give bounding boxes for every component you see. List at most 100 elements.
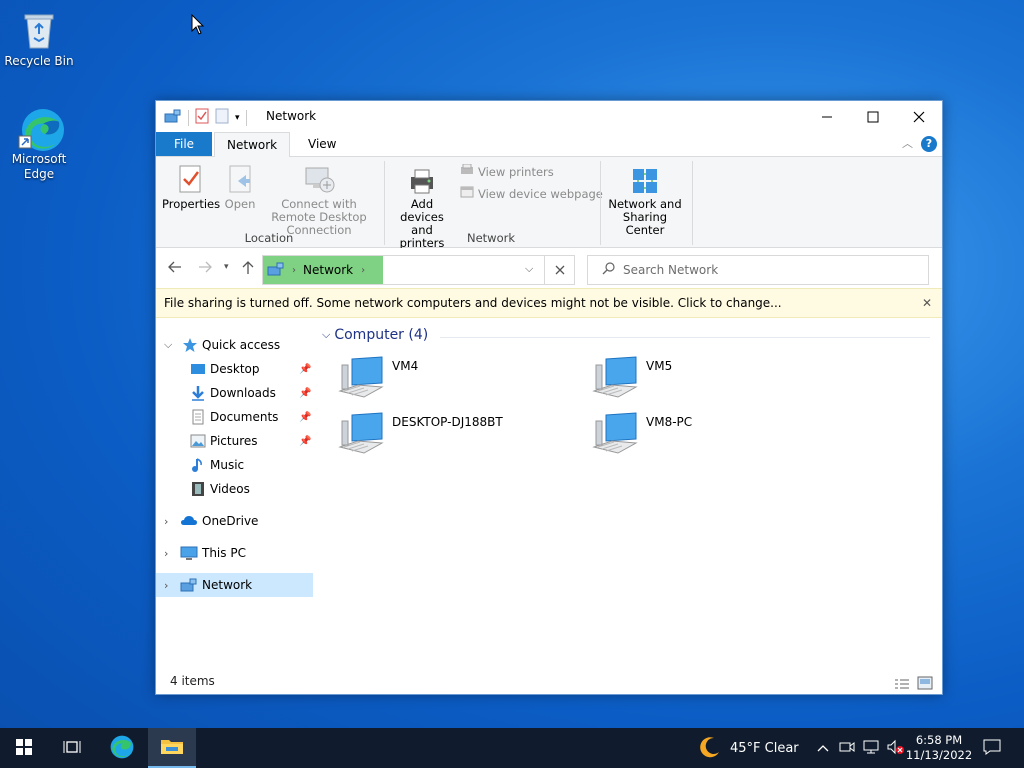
breadcrumb[interactable]: › Network › xyxy=(263,256,383,284)
location-group-label: Location xyxy=(244,231,294,245)
task-view-button[interactable] xyxy=(48,728,96,768)
help-icon[interactable]: ? xyxy=(921,136,937,152)
recent-locations-chevron-icon[interactable]: ▾ xyxy=(224,262,229,272)
computer-icon xyxy=(180,545,198,561)
desktop-icon-edge[interactable]: Microsoft Edge xyxy=(1,106,77,182)
network-status-button[interactable] xyxy=(860,728,882,768)
nav-downloads[interactable]: Downloads 📌 xyxy=(156,381,313,405)
view-printers-button[interactable]: View printers xyxy=(460,163,554,179)
show-hidden-icons-button[interactable] xyxy=(812,728,834,768)
nav-quick-access[interactable]: ⌵ Quick access xyxy=(156,333,313,357)
edge-icon xyxy=(109,734,135,763)
nav-onedrive[interactable]: › OneDrive xyxy=(156,509,313,533)
tab-view[interactable]: View xyxy=(296,132,348,156)
status-bar: 4 items xyxy=(156,668,942,694)
infobar-close-icon[interactable]: ✕ xyxy=(922,289,932,317)
window-title: Network xyxy=(266,109,317,123)
task-view-icon xyxy=(63,739,81,758)
nav-music[interactable]: Music xyxy=(156,453,313,477)
large-icons-view-icon[interactable] xyxy=(917,673,933,699)
notifications-button[interactable] xyxy=(976,728,1008,768)
item-count: 4 items xyxy=(170,674,215,688)
details-view-icon[interactable] xyxy=(894,674,910,700)
nav-label: Documents xyxy=(210,410,279,424)
network-sharing-icon xyxy=(631,167,659,195)
nav-this-pc[interactable]: › This PC xyxy=(156,541,313,565)
forward-arrow-icon[interactable] xyxy=(198,261,212,277)
search-input[interactable]: Search Network xyxy=(587,255,929,285)
nav-documents[interactable]: Documents 📌 xyxy=(156,405,313,429)
tab-network[interactable]: Network xyxy=(214,132,291,158)
maximize-button[interactable] xyxy=(850,101,896,132)
computer-name: VM5 xyxy=(646,359,673,373)
breadcrumb-chevron-icon: › xyxy=(292,264,296,276)
nav-desktop[interactable]: Desktop 📌 xyxy=(156,357,313,381)
minimize-button[interactable] xyxy=(804,101,850,132)
group-header[interactable]: ⌵ Computer (4) xyxy=(322,327,942,343)
taskbar-edge-button[interactable] xyxy=(98,728,146,768)
computer-item[interactable]: VM5 xyxy=(592,355,832,403)
group-divider xyxy=(440,337,930,338)
nav-videos[interactable]: Videos xyxy=(156,477,313,501)
nav-label: OneDrive xyxy=(202,514,259,528)
view-device-webpage-button[interactable]: View device webpage xyxy=(460,186,603,201)
computer-name: DESKTOP-DJ188BT xyxy=(392,415,503,429)
taskbar: 45°F Clear 6:58 PM 11/13/2022 xyxy=(0,728,1024,768)
new-folder-quick-icon[interactable] xyxy=(215,108,229,127)
connect-rdc-button[interactable]: Connect with Remote Desktop Connection xyxy=(262,163,376,237)
ribbon-separator xyxy=(384,161,385,245)
nav-pictures[interactable]: Pictures 📌 xyxy=(156,429,313,453)
explorer-window: ▾ Network File Network View ︿ ? Properti… xyxy=(155,100,943,695)
computer-item[interactable]: VM4 xyxy=(338,355,578,403)
add-devices-button[interactable]: Add devices and printers xyxy=(388,167,456,250)
computer-item[interactable]: VM8-PC xyxy=(592,411,832,459)
wired-network-icon xyxy=(862,739,880,758)
ribbon-separator xyxy=(692,161,693,245)
computer-icon xyxy=(592,355,640,402)
printers-small-icon xyxy=(460,163,474,179)
clock[interactable]: 6:58 PM 11/13/2022 xyxy=(906,728,972,768)
clear-address-button[interactable] xyxy=(544,255,575,285)
film-icon xyxy=(190,481,206,497)
infobar-text: File sharing is turned off. Some network… xyxy=(164,296,782,310)
nav-label: This PC xyxy=(202,546,246,560)
cloud-icon xyxy=(180,513,198,529)
desktop-icon-recycle-bin[interactable]: Recycle Bin xyxy=(1,8,77,69)
meet-now-button[interactable] xyxy=(836,728,858,768)
customize-qa-chevron-icon[interactable]: ▾ xyxy=(235,113,240,123)
file-sharing-infobar[interactable]: File sharing is turned off. Some network… xyxy=(156,288,942,318)
network-sharing-label: Network and Sharing Center xyxy=(608,197,682,237)
breadcrumb-network[interactable]: Network xyxy=(303,263,353,277)
close-button[interactable] xyxy=(896,101,942,132)
collapse-ribbon-icon[interactable]: ︿ xyxy=(902,135,913,151)
properties-button[interactable]: Properties xyxy=(162,163,220,211)
nav-label: Music xyxy=(210,458,245,472)
volume-muted-icon xyxy=(886,739,904,758)
ribbon-tabs: File Network View ︿ ? xyxy=(156,132,942,158)
quick-access-toolbar: ▾ xyxy=(164,108,247,127)
up-arrow-icon[interactable] xyxy=(242,261,254,279)
network-sharing-center-button[interactable]: Network and Sharing Center xyxy=(604,167,686,237)
open-button[interactable]: Open xyxy=(222,163,258,211)
weather-widget[interactable]: 45°F Clear xyxy=(698,728,808,768)
taskbar-explorer-button[interactable] xyxy=(148,728,196,768)
computer-icon xyxy=(338,355,386,402)
tab-file[interactable]: File xyxy=(156,132,212,156)
volume-button[interactable] xyxy=(884,728,906,768)
desktop-icon-label: Microsoft Edge xyxy=(11,152,67,181)
start-button[interactable] xyxy=(0,728,48,768)
back-arrow-icon[interactable] xyxy=(168,261,182,277)
address-dropdown-chevron-icon[interactable]: ⌵ xyxy=(525,262,533,276)
weather-text: 45°F Clear xyxy=(730,740,799,756)
nav-label: Quick access xyxy=(202,338,281,352)
folder-icon xyxy=(160,736,184,759)
address-bar[interactable]: › Network › ⌵ xyxy=(262,255,575,285)
search-placeholder: Search Network xyxy=(623,263,719,277)
remote-desktop-icon xyxy=(303,163,335,195)
properties-quick-icon[interactable] xyxy=(195,108,209,127)
open-icon xyxy=(224,163,256,195)
title-bar[interactable]: ▾ Network xyxy=(156,101,942,132)
nav-network[interactable]: › Network xyxy=(156,573,313,597)
computer-item[interactable]: DESKTOP-DJ188BT xyxy=(338,411,578,459)
properties-icon xyxy=(174,163,206,195)
